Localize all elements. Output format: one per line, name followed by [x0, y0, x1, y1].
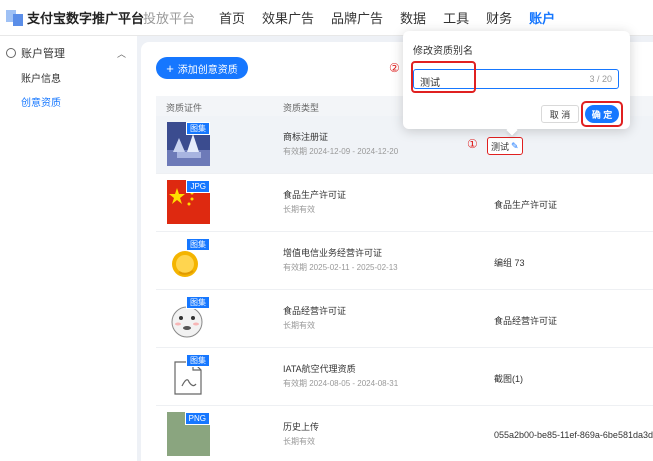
nav-brand-ads[interactable]: 品牌广告 [331, 8, 383, 27]
validity-label: 有效期 [283, 379, 307, 388]
cancel-button[interactable]: 取 消 [541, 105, 579, 123]
validity-text: 长期有效 [283, 437, 315, 446]
qualification-alias: 截图(1) [494, 374, 523, 384]
brand-logo-icon [6, 10, 24, 26]
validity-range: 2025-02-11 - 2025-02-13 [309, 263, 398, 272]
qualification-title: 历史上传 [283, 422, 320, 432]
validity-text: 长期有效 [283, 205, 315, 214]
sidebar-item-creative-qualification[interactable]: 创意资质 [21, 94, 61, 109]
step-marker-2: ② [389, 61, 400, 75]
qualification-title: 增值电信业务经营许可证 [283, 248, 383, 258]
file-type-badge: 图集 [186, 122, 210, 135]
plus-icon: + [166, 60, 174, 76]
certificate-thumbnail[interactable]: PNG [167, 412, 210, 456]
char-count: 3 / 20 [589, 74, 612, 84]
table-row: 图集 食品经营许可证 长期有效 食品经营许可证 [156, 290, 653, 348]
certificate-thumbnail[interactable]: 图集 [167, 122, 210, 166]
column-header-certificate: 资质证件 [166, 103, 203, 113]
nav-finance[interactable]: 财务 [486, 8, 512, 27]
qualification-alias: 食品生产许可证 [494, 200, 558, 210]
main-nav: 首页 效果广告 品牌广告 数据 工具 财务 账户 [219, 8, 572, 27]
brand-subtitle: 投放平台 [143, 11, 196, 26]
file-type-badge: 图集 [186, 296, 210, 309]
file-type-badge: JPG [186, 180, 210, 193]
brand-title: 支付宝数字推广平台 [27, 11, 145, 26]
rename-alias-popover: 修改资质别名 测试 3 / 20 取 消 确 定 [403, 31, 630, 136]
confirm-button[interactable]: 确 定 [585, 105, 619, 123]
nav-account[interactable]: 账户 [529, 8, 555, 27]
table-row: 图集 IATA航空代理资质 有效期 2024-08-05 - 2024-08-3… [156, 348, 653, 406]
certificate-thumbnail[interactable]: 图集 [167, 238, 210, 282]
validity-label: 有效期 [283, 147, 307, 156]
sidebar-group-account[interactable]: 账户管理 ︿ [6, 45, 126, 61]
validity-text: 长期有效 [283, 321, 315, 330]
qualification-title: 商标注册证 [283, 132, 329, 142]
alias-text: 测试 [491, 141, 510, 152]
validity-range: 2024-08-05 - 2024-08-31 [309, 379, 399, 388]
column-header-type: 资质类型 [283, 103, 320, 113]
nav-performance-ads[interactable]: 效果广告 [262, 8, 314, 27]
validity-text: 有效期 2024-08-05 - 2024-08-31 [283, 378, 398, 389]
qualification-title: IATA航空代理资质 [283, 364, 356, 374]
validity-text: 有效期 2025-02-11 - 2025-02-13 [283, 262, 398, 273]
nav-home[interactable]: 首页 [219, 8, 245, 27]
certificate-thumbnail[interactable]: 图集 [167, 354, 210, 398]
file-type-badge: 图集 [186, 238, 210, 251]
nav-data[interactable]: 数据 [400, 8, 426, 27]
qualification-alias: 编组 73 [494, 258, 525, 268]
nav-tools[interactable]: 工具 [443, 8, 469, 27]
file-type-badge: PNG [184, 412, 210, 425]
sidebar-item-account-info[interactable]: 账户信息 [21, 70, 61, 85]
add-button-label: 添加创意资质 [177, 64, 238, 76]
input-highlight-box [411, 61, 476, 93]
sidebar: 账户管理 ︿ 账户信息 创意资质 [0, 36, 137, 461]
step-marker-1: ① [467, 137, 478, 151]
popover-title: 修改资质别名 [413, 46, 473, 57]
qualification-title: 食品生产许可证 [283, 190, 347, 200]
file-type-badge: 图集 [186, 354, 210, 367]
table-row: 图集 增值电信业务经营许可证 有效期 2025-02-11 - 2025-02-… [156, 232, 653, 290]
validity-range: 2024-12-09 - 2024-12-20 [309, 147, 399, 156]
user-icon [6, 48, 16, 58]
sidebar-group-label: 账户管理 [21, 48, 65, 60]
chevron-up-icon: ︿ [116, 49, 126, 59]
certificate-thumbnail[interactable]: JPG [167, 180, 210, 224]
add-qualification-button[interactable]: + 添加创意资质 [156, 57, 248, 79]
table-row: PNG 历史上传 长期有效 055a2b00-be85-11ef-869a-6b… [156, 406, 653, 461]
validity-label: 有效期 [283, 263, 307, 272]
edit-alias-trigger[interactable]: 测试 ✎ [487, 137, 523, 155]
qualification-alias: 食品经营许可证 [494, 316, 558, 326]
qualification-title: 食品经营许可证 [283, 306, 347, 316]
qualification-alias: 055a2b00-be85-11ef-869a-6be581da3d7f [494, 430, 653, 440]
edit-pencil-icon: ✎ [511, 140, 519, 151]
validity-text: 有效期 2024-12-09 - 2024-12-20 [283, 146, 398, 157]
table-row: JPG 食品生产许可证 长期有效 食品生产许可证 [156, 174, 653, 232]
certificate-thumbnail[interactable]: 图集 [167, 296, 210, 340]
